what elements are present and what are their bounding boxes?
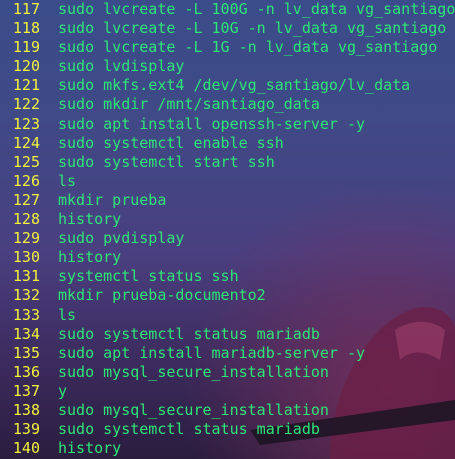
history-row: 134 sudo systemctl status mariadb (0, 325, 455, 344)
history-line-number: 119 (12, 38, 40, 57)
history-command: sudo systemctl status mariadb (58, 324, 320, 343)
history-row: 124 sudo systemctl enable ssh (0, 134, 455, 153)
history-row: 121 sudo mkfs.ext4 /dev/vg_santiago/lv_da… (0, 76, 455, 95)
history-row: 130 history (0, 248, 455, 267)
history-line-number: 127 (12, 190, 40, 209)
history-command: sudo systemctl enable ssh (58, 133, 284, 152)
history-line-number: 126 (12, 171, 40, 190)
history-row: 135 sudo apt install mariadb-server -y (0, 344, 455, 363)
history-command: sudo lvcreate -L 100G -n lv_data vg_sant… (58, 0, 455, 18)
history-command: sudo systemctl status mariadb (58, 420, 320, 439)
history-row: 125 sudo systemctl start ssh (0, 153, 455, 172)
history-command: history (58, 248, 122, 267)
history-row: 127 mkdir prueba (0, 191, 455, 210)
history-row: 118 sudo lvcreate -L 10G -n lv_data vg_sa… (0, 19, 455, 38)
history-line-number: 130 (12, 248, 40, 267)
history-command: sudo lvcreate -L 1G -n lv_data vg_santia… (58, 38, 438, 57)
history-command: ls (58, 305, 77, 324)
history-command: sudo lvcreate -L 10G -n lv_data vg_santi… (58, 19, 447, 38)
history-row: 132 mkdir prueba-documento2 (0, 286, 455, 305)
history-command: sudo mkdir /mnt/santiago_data (58, 95, 320, 114)
history-line-number: 120 (12, 57, 40, 76)
history-command: y (58, 381, 68, 400)
history-command: sudo mkfs.ext4 /dev/vg_santiago/lv_data (58, 76, 411, 95)
history-line-number: 131 (12, 267, 40, 286)
history-line-number: 133 (12, 305, 40, 324)
terminal-output[interactable]: 117 sudo lvcreate -L 100G -n lv_data vg_s… (0, 0, 455, 459)
history-row: 119 sudo lvcreate -L 1G -n lv_data vg_san… (0, 38, 455, 57)
history-line-number: 124 (12, 133, 40, 152)
history-row: 128 history (0, 210, 455, 229)
history-line-number: 129 (12, 229, 40, 248)
history-row: 140 history (0, 439, 455, 458)
history-line-number: 137 (12, 381, 40, 400)
history-command: history (58, 210, 122, 229)
history-command: mkdir prueba (58, 190, 167, 209)
history-command: ls (58, 171, 77, 190)
history-command: sudo apt install openssh-server -y (58, 114, 366, 133)
history-row: 126 ls (0, 172, 455, 191)
history-command: systemctl status ssh (58, 267, 239, 286)
history-row: 129 sudo pvdisplay (0, 229, 455, 248)
history-line-number: 136 (12, 362, 40, 381)
history-list: 117 sudo lvcreate -L 100G -n lv_data vg_s… (0, 0, 455, 458)
history-line-number: 118 (12, 19, 40, 38)
history-command: sudo mysql_secure_installation (58, 362, 329, 381)
history-line-number: 128 (12, 210, 40, 229)
history-command: mkdir prueba-documento2 (58, 286, 266, 305)
history-command: history (58, 439, 122, 458)
history-row: 137 y (0, 382, 455, 401)
history-line-number: 117 (12, 0, 40, 18)
history-line-number: 122 (12, 95, 40, 114)
history-command: sudo mysql_secure_installation (58, 400, 329, 419)
history-line-number: 123 (12, 114, 40, 133)
history-line-number: 121 (12, 76, 40, 95)
history-row: 122 sudo mkdir /mnt/santiago_data (0, 95, 455, 114)
history-row: 131 systemctl status ssh (0, 267, 455, 286)
history-line-number: 140 (12, 439, 40, 458)
history-row: 123 sudo apt install openssh-server -y (0, 115, 455, 134)
history-command: sudo systemctl start ssh (58, 152, 275, 171)
history-line-number: 134 (12, 324, 40, 343)
history-row: 138 sudo mysql_secure_installation (0, 401, 455, 420)
history-line-number: 139 (12, 420, 40, 439)
history-command: sudo lvdisplay (58, 57, 185, 76)
history-row: 139 sudo systemctl status mariadb (0, 420, 455, 439)
history-line-number: 132 (12, 286, 40, 305)
history-line-number: 125 (12, 152, 40, 171)
history-command: sudo pvdisplay (58, 229, 185, 248)
history-row: 133 ls (0, 306, 455, 325)
history-command: sudo apt install mariadb-server -y (58, 343, 366, 362)
history-row: 120 sudo lvdisplay (0, 57, 455, 76)
history-line-number: 138 (12, 400, 40, 419)
history-row: 136 sudo mysql_secure_installation (0, 363, 455, 382)
history-line-number: 135 (12, 343, 40, 362)
history-row: 117 sudo lvcreate -L 100G -n lv_data vg_s… (0, 0, 455, 19)
